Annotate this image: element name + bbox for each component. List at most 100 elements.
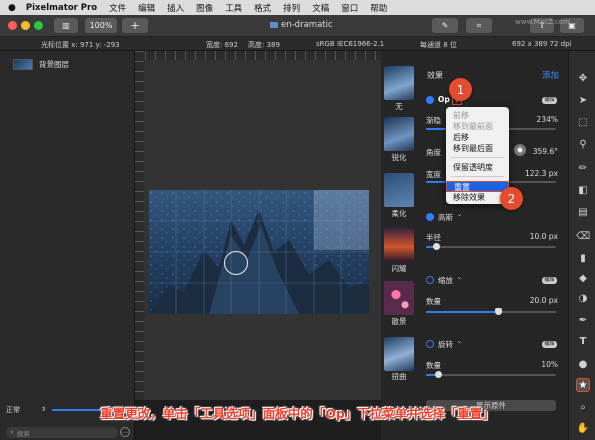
blend-mode-select[interactable]: 正常 ⇕ — [6, 404, 46, 415]
arrange-tool-icon[interactable]: ✥ — [576, 71, 590, 85]
op-effect-checkbox[interactable] — [426, 96, 434, 104]
color-picker-icon[interactable]: ⚲ — [576, 137, 590, 151]
chevron-down-icon[interactable]: ⌄ — [457, 274, 462, 281]
zoom-amount-slider[interactable] — [426, 308, 556, 315]
effect-thumb-sharpen[interactable] — [384, 117, 414, 151]
minimize-window-button[interactable] — [21, 21, 30, 30]
twirl-amount-label: 数量 — [426, 361, 441, 370]
step-badge-1: 1 — [449, 78, 472, 101]
effect-center-handle[interactable] — [224, 251, 248, 275]
layer-search-field[interactable]: ⌕ 搜索 — [6, 427, 118, 438]
effect-thumb-soften[interactable] — [384, 173, 414, 207]
menu-item-send-backward[interactable]: 后移 — [446, 132, 509, 143]
brush-tool-button[interactable]: ✎ — [432, 18, 458, 33]
zoom-tool-icon[interactable]: ⌕ — [576, 400, 590, 414]
selection-tool-icon[interactable]: ⬚ — [576, 115, 590, 129]
paint-tool-icon[interactable]: ✏ — [576, 161, 590, 175]
gaussian-effect-label[interactable]: 高斯 — [438, 212, 453, 223]
menu-image[interactable]: 图像 — [196, 2, 213, 14]
effect-thumb-label: 柔化 — [391, 209, 407, 218]
op-options-menu: 前移 移到最前面 后移 移到最后面 保留透明度 重置 移除效果 — [446, 107, 509, 204]
document-title: en-dramatic — [270, 20, 333, 30]
info-bar: 光标位置 x: 971 y: -293 宽度: 692 高度: 389 sRGB… — [0, 37, 595, 51]
twirl-amount-slider[interactable] — [426, 371, 556, 378]
layers-panel: 背景图层 正常 ⇕ 100% ⌕ 搜索 … — [0, 51, 135, 440]
effect-thumb-bokeh[interactable] — [384, 281, 414, 315]
menu-edit[interactable]: 编辑 — [138, 2, 155, 14]
menu-item-bring-to-front[interactable]: 移到最前面 — [446, 121, 509, 132]
shapes-tool-icon[interactable]: ● — [576, 357, 590, 371]
menu-insert[interactable]: 插入 — [167, 2, 184, 14]
text-tool-icon[interactable]: T — [576, 334, 590, 348]
menu-divider — [451, 157, 504, 158]
eraser-tool-icon[interactable]: ⌫ — [576, 229, 590, 243]
menu-help[interactable]: 帮助 — [370, 2, 387, 14]
canvas-area[interactable] — [135, 51, 381, 400]
menu-file[interactable]: 文件 — [109, 2, 126, 14]
menu-tools[interactable]: 工具 — [225, 2, 242, 14]
menu-item-send-to-back[interactable]: 移到最后面 — [446, 143, 509, 154]
menu-item-preserve-transparency[interactable]: 保留透明度 — [446, 162, 509, 173]
fade-label: 渐隐 — [426, 116, 441, 125]
fade-value[interactable]: 234% — [537, 115, 558, 124]
select-tool-icon[interactable]: ➤ — [576, 93, 590, 107]
radius-value[interactable]: 10.0 px — [530, 232, 558, 241]
menu-window[interactable]: 窗口 — [341, 2, 358, 14]
gaussian-effect-checkbox[interactable] — [426, 213, 434, 221]
effects-tool-icon[interactable]: ★ — [576, 378, 590, 392]
zoom-select[interactable]: 100% — [85, 18, 117, 33]
zoom-window-button[interactable] — [34, 21, 43, 30]
cursor-position: 光标位置 x: 971 y: -293 — [41, 41, 120, 49]
twirl-effect-label[interactable]: 旋转 — [438, 339, 453, 350]
effect-thumb-none[interactable] — [384, 66, 414, 100]
twirl-amount-value[interactable]: 10% — [541, 360, 558, 369]
zoom-effect-checkbox[interactable] — [426, 276, 434, 284]
close-window-button[interactable] — [8, 21, 17, 30]
zoom-effect-label[interactable]: 缩放 — [438, 275, 453, 286]
crop-button[interactable]: ⌗ — [466, 18, 492, 33]
op-edit-button[interactable]: 编辑 — [542, 97, 557, 104]
color-adjust-icon[interactable]: ◑ — [576, 291, 590, 305]
app-menu[interactable]: Pixelmator Pro — [26, 3, 97, 13]
effect-thumb-glow[interactable] — [384, 228, 414, 262]
menu-arrange[interactable]: 排列 — [283, 2, 300, 14]
fill-tool-icon[interactable]: ▮ — [576, 251, 590, 265]
chevron-down-icon[interactable]: ⌄ — [457, 338, 462, 345]
menu-format[interactable]: 格式 — [254, 2, 271, 14]
menu-item-reset[interactable]: 重置 — [446, 181, 509, 192]
effect-thumb-label: 闪耀 — [391, 264, 407, 273]
twirl-edit-button[interactable]: 编辑 — [542, 341, 557, 348]
canvas-image[interactable] — [149, 190, 369, 314]
radius-slider[interactable] — [426, 243, 556, 250]
image-width: 宽度: 692 — [206, 41, 238, 49]
layer-options-button[interactable]: … — [120, 427, 130, 437]
add-button[interactable]: + — [122, 18, 148, 33]
retouch-tool-icon[interactable]: ◧ — [576, 183, 590, 197]
zoom-edit-button[interactable]: 编辑 — [542, 277, 557, 284]
add-effect-button[interactable]: 添加 — [542, 69, 559, 81]
chevron-down-icon[interactable]: ⌄ — [457, 211, 462, 218]
watermark: www.MacZ.com — [515, 18, 570, 26]
pen-tool-icon[interactable]: ✒ — [576, 313, 590, 327]
zoom-amount-value[interactable]: 20.0 px — [530, 296, 558, 305]
paint-bucket-icon[interactable]: ◆ — [576, 271, 590, 285]
zoom-value: 100% — [89, 21, 113, 30]
angle-dial[interactable] — [514, 144, 526, 156]
width-value[interactable]: 122.3 px — [525, 169, 558, 178]
layer-thumbnail — [13, 58, 33, 70]
bit-depth: 每通道 8 位 — [420, 41, 457, 49]
apple-icon[interactable]: ● — [8, 3, 16, 13]
hand-tool-icon[interactable]: ✋ — [576, 421, 590, 435]
radius-label: 半径 — [426, 233, 441, 242]
effect-thumb-distort[interactable] — [384, 337, 414, 371]
angle-value[interactable]: 359.6° — [533, 147, 558, 156]
step-badge-2: 2 — [500, 187, 523, 210]
menu-document[interactable]: 文稿 — [312, 2, 329, 14]
layer-row[interactable]: 背景图层 — [0, 56, 134, 72]
view-mode-button[interactable]: ▥ — [54, 18, 78, 33]
gradient-tool-icon[interactable]: ▤ — [576, 205, 590, 219]
op-effect-label[interactable]: Op — [438, 95, 450, 104]
crop-icon: ⌗ — [476, 20, 482, 30]
menu-item-bring-forward[interactable]: 前移 — [446, 110, 509, 121]
twirl-effect-checkbox[interactable] — [426, 340, 434, 348]
